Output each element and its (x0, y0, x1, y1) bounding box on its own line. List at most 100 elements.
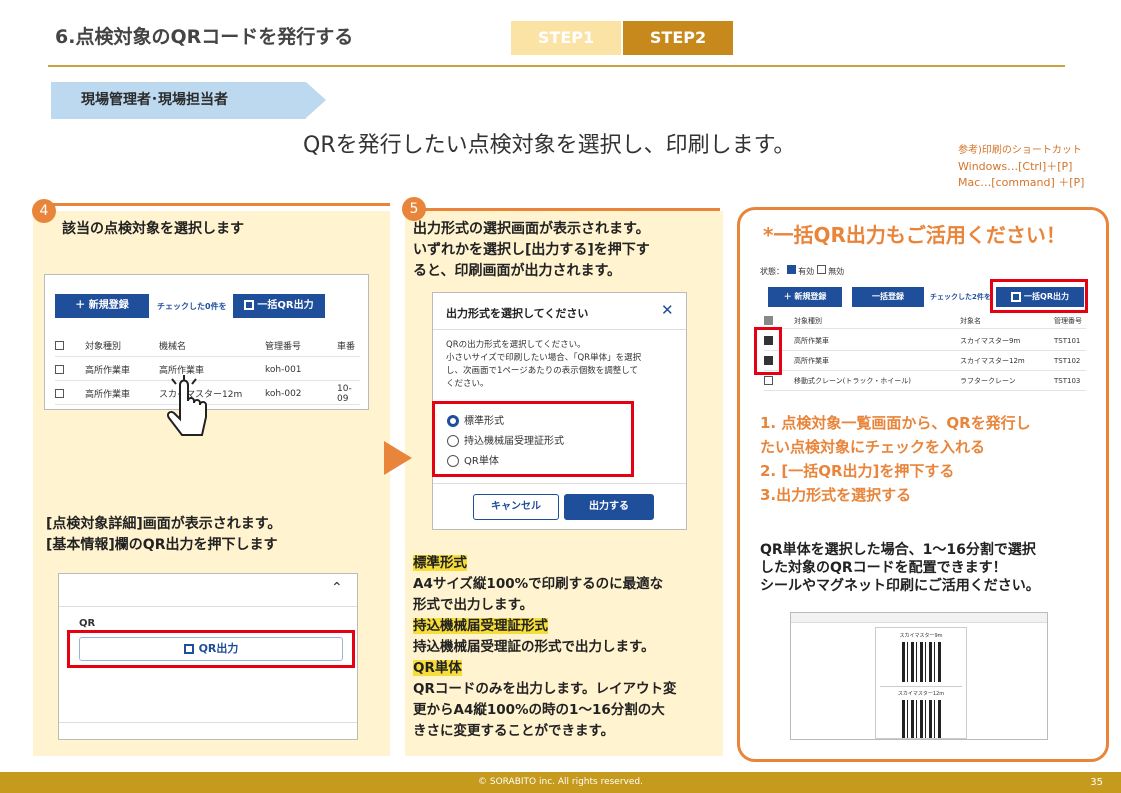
detail-text-line1: [点検対象詳細]画面が表示されます。 (46, 516, 282, 532)
step2-tab: STEP2 (623, 21, 733, 55)
format-desc: 形式で出力します。 (413, 597, 534, 613)
status-off-checkbox[interactable] (816, 265, 826, 274)
note-line: した対象のQRコードを配置できます！ (760, 560, 1007, 576)
row-checkbox[interactable] (55, 365, 64, 374)
bulk-list-screenshot: 状態： 有効 無効 ＋ 新規登録 一括登録 チェックした2件を 一括QR出力 対… (754, 261, 1090, 391)
detail-text-line2: [基本情報]欄のQR出力を押下します (46, 537, 278, 553)
shortcut-line2: Windows…[Ctrl]＋[P] (958, 160, 1073, 173)
cell: koh-001 (265, 364, 302, 375)
role-tag-arrow (306, 82, 326, 118)
cell: TST102 (1054, 356, 1081, 365)
col-header: 機械名 (159, 342, 187, 352)
cell: 高所作業車 (85, 366, 131, 376)
qr-output-button[interactable]: QR出力 (79, 637, 343, 661)
cell: スカイマスター9m (960, 336, 1021, 345)
desc-line: し、次画面で1ページあたりの表示個数を調整して (446, 366, 638, 376)
col-header: 対象種別 (794, 316, 822, 325)
qr-icon (183, 644, 194, 654)
step4-detail-text: [点検対象詳細]画面が表示されます。 [基本情報]欄のQR出力を押下します (46, 514, 281, 556)
qr-single-note: QR単体を選択した場合、1～16分割で選択 した対象のQRコードを配置できます！… (760, 541, 1040, 595)
dialog-title: 出力形式を選択してください (446, 307, 589, 320)
table-row[interactable]: 高所作業車 スカイマスター12m TST102 (764, 351, 1086, 371)
hand-cursor-icon (166, 375, 207, 436)
role-tag: 現場管理者･現場担当者 (51, 82, 306, 119)
format-desc: A4サイズ縦100%で印刷するのに最適な (413, 576, 664, 592)
step5-heading: 出力形式の選択画面が表示されます。 いずれかを選択し[出力する]を押下す ると、… (413, 219, 650, 282)
detail-screenshot: ⌃ QR QR出力 (58, 573, 358, 740)
shortcut-line1: 参考)印刷のショートカット (958, 145, 1082, 156)
format-descriptions: 標準形式 A4サイズ縦100%で印刷するのに最適な 形式で出力します。 持込機械… (413, 553, 677, 742)
dialog-description: QRの出力形式を選択してください。 小さいサイズで印刷したい場合、「QR単体」を… (446, 339, 641, 391)
bulk-qr-button[interactable]: 一括QR出力 (233, 294, 325, 318)
row-checkbox[interactable] (55, 389, 64, 398)
note-line: QR単体を選択した場合、1～16分割で選択 (760, 542, 1036, 558)
qr-output-label: QR出力 (198, 642, 239, 655)
format-title-qr: QR単体 (413, 660, 462, 676)
checked-count-label: チェックした2件を (930, 293, 991, 301)
cell: koh-002 (265, 388, 302, 399)
highlight-box (990, 279, 1088, 313)
desc-line: 小さいサイズで印刷したい場合、「QR単体」を選択 (446, 353, 642, 363)
status-off-label: 無効 (828, 267, 845, 276)
page-number: 35 (1090, 777, 1103, 788)
card-title: *一括QR出力もご活用ください！ (763, 223, 1066, 247)
row-checkbox[interactable] (764, 376, 773, 385)
step5-number: 5 (402, 197, 426, 221)
cell: スカイマスター12m (960, 356, 1025, 365)
preview-toolbar (791, 613, 1047, 623)
cell: 高所作業車 (794, 336, 829, 345)
qr-section-label: QR (79, 618, 96, 629)
format-title-standard: 標準形式 (413, 555, 467, 571)
select-all-checkbox[interactable] (55, 341, 64, 350)
close-icon[interactable]: ✕ (661, 301, 674, 319)
cell: ラフタークレーン (960, 376, 1016, 385)
status-on-checkbox[interactable] (786, 265, 796, 274)
col-header: 対象種別 (85, 342, 122, 352)
new-register-button[interactable]: ＋ 新規登録 (768, 287, 842, 307)
divider (433, 329, 686, 330)
step5-heading-line2: いずれかを選択し[出力する]を押下す (413, 242, 650, 258)
select-all-checkbox[interactable] (764, 316, 773, 325)
step4-heading: 該当の点検対象を選択します (62, 221, 244, 237)
submit-button[interactable]: 出力する (564, 494, 654, 520)
desc-line: ください。 (446, 379, 489, 389)
cell: 高所作業車 (85, 390, 131, 400)
col-header: 管理番号 (265, 342, 302, 352)
step5-heading-line3: ると、印刷画面が出力されます。 (413, 263, 622, 279)
header-divider (48, 65, 1065, 67)
divider (59, 722, 357, 723)
qr-icon (244, 300, 255, 310)
status-filter: 状態： 有効 無効 (760, 265, 844, 277)
divider (433, 483, 686, 484)
cell: 移動式クレーン(トラック・ホイール) (794, 376, 911, 385)
cell: 10-09 (337, 383, 352, 404)
new-register-button[interactable]: ＋ 新規登録 (55, 294, 149, 318)
step1-tab: STEP1 (511, 21, 621, 55)
cancel-button[interactable]: キャンセル (473, 494, 559, 520)
note-line: シールやマグネット印刷にご活用ください。 (760, 578, 1040, 594)
format-desc: 持込機械届受理証の形式で出力します。 (413, 639, 655, 655)
col-header: 車番 (337, 342, 356, 352)
print-preview-screenshot: スカイマスター9m スカイマスター12m (790, 612, 1048, 740)
chevron-up-icon[interactable]: ⌃ (331, 580, 343, 596)
format-desc: QRコードのみを出力します。レイアウト変 (413, 681, 677, 697)
cell: 高所作業車 (794, 356, 829, 365)
divider (880, 686, 962, 687)
table-row[interactable]: 高所作業車 スカイマスター9m TST101 (764, 331, 1086, 351)
preview-page: スカイマスター9m スカイマスター12m (875, 627, 967, 739)
divider (59, 606, 357, 607)
shortcut-line3: Mac…[command] ＋[P] (958, 176, 1085, 189)
bulk-register-button[interactable]: 一括登録 (852, 287, 924, 307)
desc-line: QRの出力形式を選択してください。 (446, 340, 586, 350)
table-row[interactable]: 移動式クレーン(トラック・ホイール) ラフタークレーン TST103 (764, 371, 1086, 391)
format-desc: 更からA4縦100%の時の1～16分割の大 (413, 702, 665, 718)
step5-rule (410, 208, 720, 211)
card-step-line: 1. 点検対象一覧画面から、QRを発行し (760, 414, 1031, 432)
footer-bar: © SORABITO inc. All rights reserved. (0, 772, 1121, 793)
highlight-box (432, 401, 634, 477)
table-header: 対象種別 機械名 管理番号 車番 (55, 335, 360, 357)
page-title: 6.点検対象のQRコードを発行する (55, 26, 354, 48)
format-desc: きさに変更することができます。 (413, 723, 615, 739)
cell: TST103 (1054, 376, 1081, 385)
step5-heading-line1: 出力形式の選択画面が表示されます。 (413, 221, 650, 237)
